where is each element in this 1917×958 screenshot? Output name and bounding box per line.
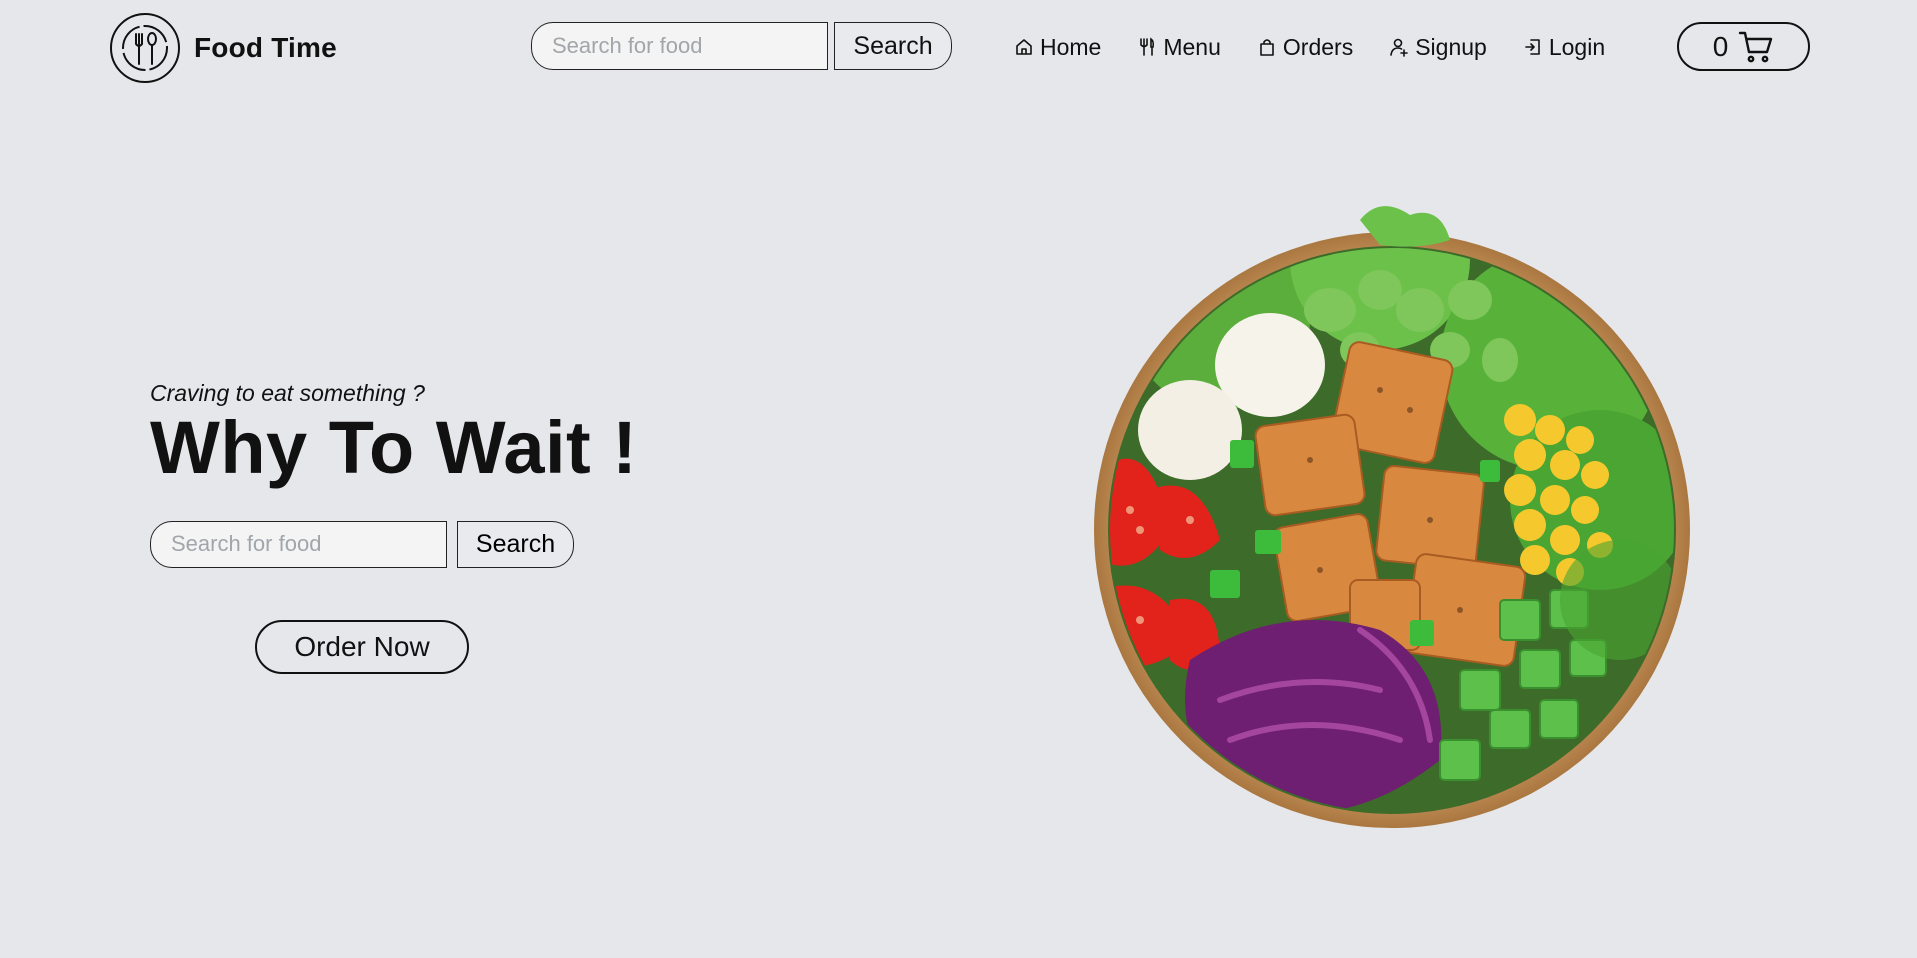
hero-search-button[interactable]: Search — [457, 520, 574, 568]
navbar: Food Time Search Home Menu Orders Signup… — [0, 0, 1917, 96]
home-icon — [1016, 39, 1032, 55]
nav-links: Home Menu Orders Signup Login — [1014, 26, 1605, 68]
header-search-input[interactable] — [531, 22, 828, 70]
hero: Craving to eat something ? Why To Wait !… — [150, 380, 750, 674]
nav-item-signup[interactable]: Signup — [1389, 34, 1487, 61]
nav-item-menu[interactable]: Menu — [1137, 34, 1221, 61]
hero-headline: Why To Wait ! — [150, 406, 638, 489]
nav-item-label: Signup — [1415, 33, 1487, 60]
login-icon — [1525, 39, 1540, 55]
hero-tagline: Craving to eat something ? — [150, 380, 425, 406]
cart-button[interactable]: 0 — [1677, 22, 1810, 71]
nav-item-home[interactable]: Home — [1014, 34, 1101, 61]
bag-icon — [1260, 39, 1274, 56]
nav-item-label: Orders — [1282, 33, 1354, 60]
cart-count: 0 — [1712, 30, 1729, 62]
brand[interactable]: Food Time — [110, 12, 337, 84]
nav-item-label: Login — [1548, 33, 1606, 60]
header-search-button[interactable]: Search — [834, 22, 952, 70]
hero-search-input[interactable] — [150, 520, 447, 568]
user-plus-icon — [1390, 38, 1409, 57]
cart-icon — [1739, 31, 1773, 62]
fork-spoon-icon — [110, 13, 180, 83]
utensils-icon — [1140, 37, 1155, 56]
nav-item-orders[interactable]: Orders — [1257, 34, 1353, 61]
header-search: Search — [531, 22, 952, 70]
order-now-button[interactable]: Order Now — [255, 620, 469, 674]
nav-item-login[interactable]: Login — [1523, 34, 1605, 61]
hero-search: Search — [150, 520, 750, 568]
nav-item-label: Menu — [1163, 33, 1221, 60]
nav-item-label: Home — [1040, 33, 1102, 60]
brand-name: Food Time — [194, 32, 337, 63]
salad-bowl-image — [1094, 206, 1690, 828]
